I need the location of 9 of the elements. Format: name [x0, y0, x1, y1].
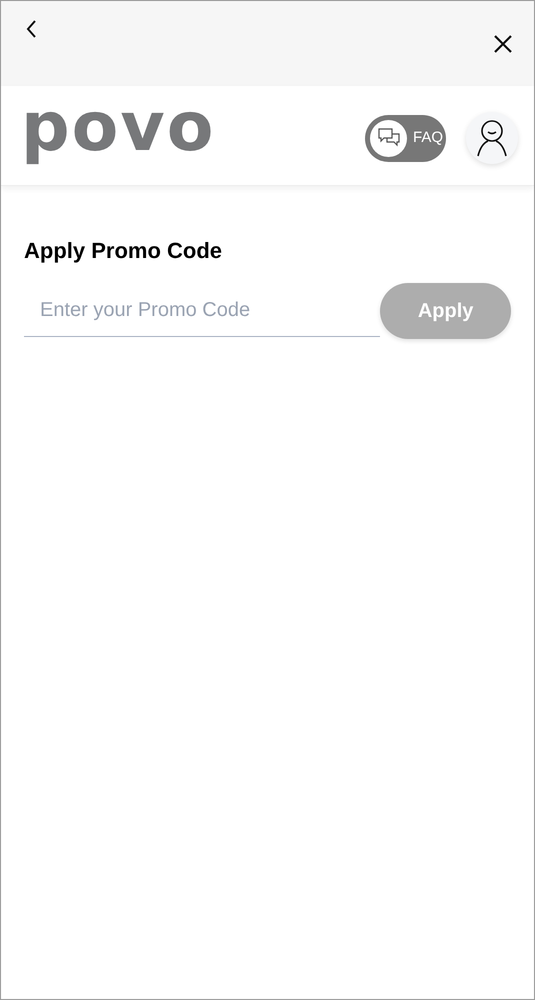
back-icon [25, 19, 37, 39]
promo-code-field[interactable]: Enter your Promo Code [24, 285, 380, 337]
logo: povo [21, 88, 216, 168]
person-icon [475, 119, 509, 157]
chat-icon [370, 120, 407, 156]
close-button[interactable] [492, 33, 514, 55]
faq-button[interactable]: FAQ [365, 114, 446, 162]
close-icon [493, 34, 513, 54]
section-title: Apply Promo Code [24, 237, 224, 265]
